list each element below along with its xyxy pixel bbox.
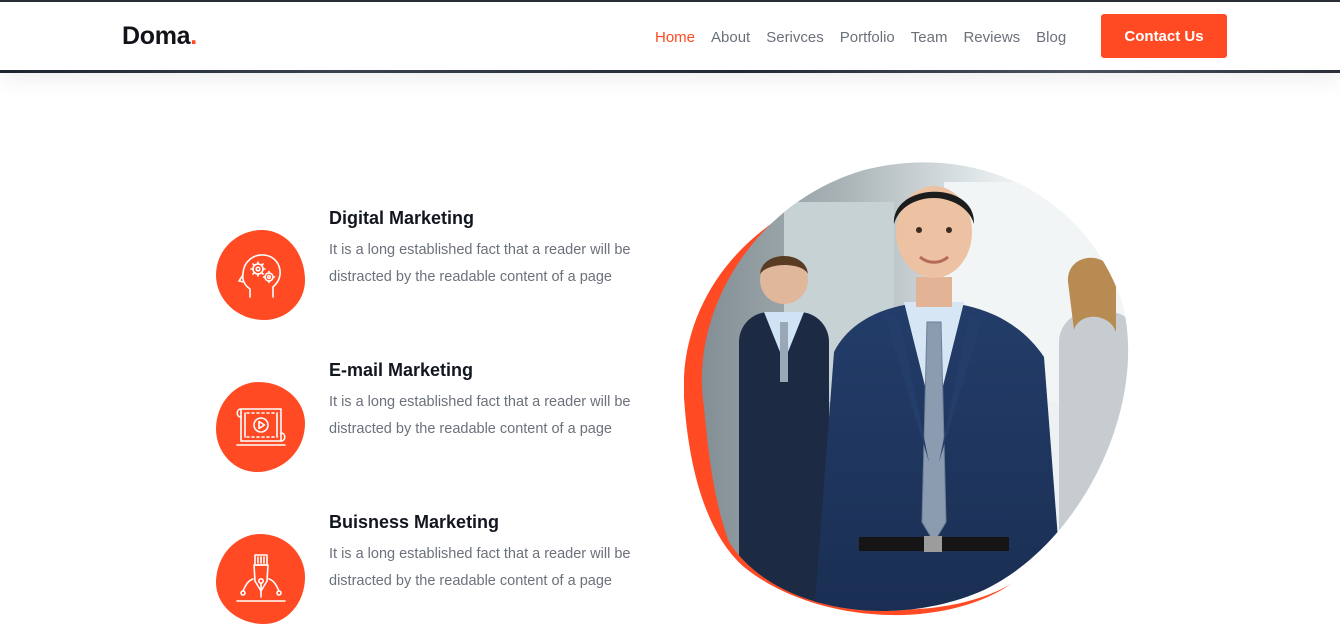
nav-portfolio[interactable]: Portfolio: [840, 29, 895, 46]
nav-team[interactable]: Team: [911, 29, 948, 46]
service-description: It is a long established fact that a rea…: [329, 394, 631, 437]
nav-about[interactable]: About: [711, 29, 750, 46]
hero-image-edge: [0, 70, 1340, 73]
service-icon-badge: [216, 230, 305, 320]
service-title: Buisness Marketing: [329, 512, 500, 532]
service-description: It is a long established fact that a rea…: [329, 546, 631, 589]
logo-text: Doma: [122, 22, 191, 50]
service-icon-badge: [216, 382, 305, 472]
main-nav: Home About Serivces Portfolio Team Revie…: [655, 29, 1066, 46]
team-photo-frame: [684, 162, 1134, 617]
nav-services[interactable]: Serivces: [766, 29, 824, 46]
nav-home[interactable]: Home: [655, 29, 695, 46]
service-title: E-mail Marketing: [329, 360, 474, 380]
service-item-email-marketing: E-mail Marketing It is a long establishe…: [216, 360, 646, 488]
service-item-digital-marketing: Digital Marketing It is a long establish…: [216, 208, 646, 336]
pen-nib-icon: [235, 554, 286, 602]
business-team-photo: [684, 162, 1129, 616]
service-description: It is a long established fact that a rea…: [329, 242, 631, 285]
contact-us-button[interactable]: Contact Us: [1101, 14, 1227, 58]
nav-reviews[interactable]: Reviews: [963, 29, 1020, 46]
brain-gears-icon: [237, 254, 281, 298]
service-icon-badge: [216, 534, 305, 624]
logo[interactable]: Doma.: [122, 22, 197, 51]
service-title: Digital Marketing: [329, 208, 475, 228]
site-header: Doma. Home About Serivces Portfolio Team…: [0, 2, 1340, 71]
service-item-business-marketing: Buisness Marketing It is a long establis…: [216, 512, 646, 640]
logo-dot: .: [190, 22, 197, 50]
video-scroll-icon: [235, 408, 286, 446]
nav-blog[interactable]: Blog: [1036, 29, 1066, 46]
